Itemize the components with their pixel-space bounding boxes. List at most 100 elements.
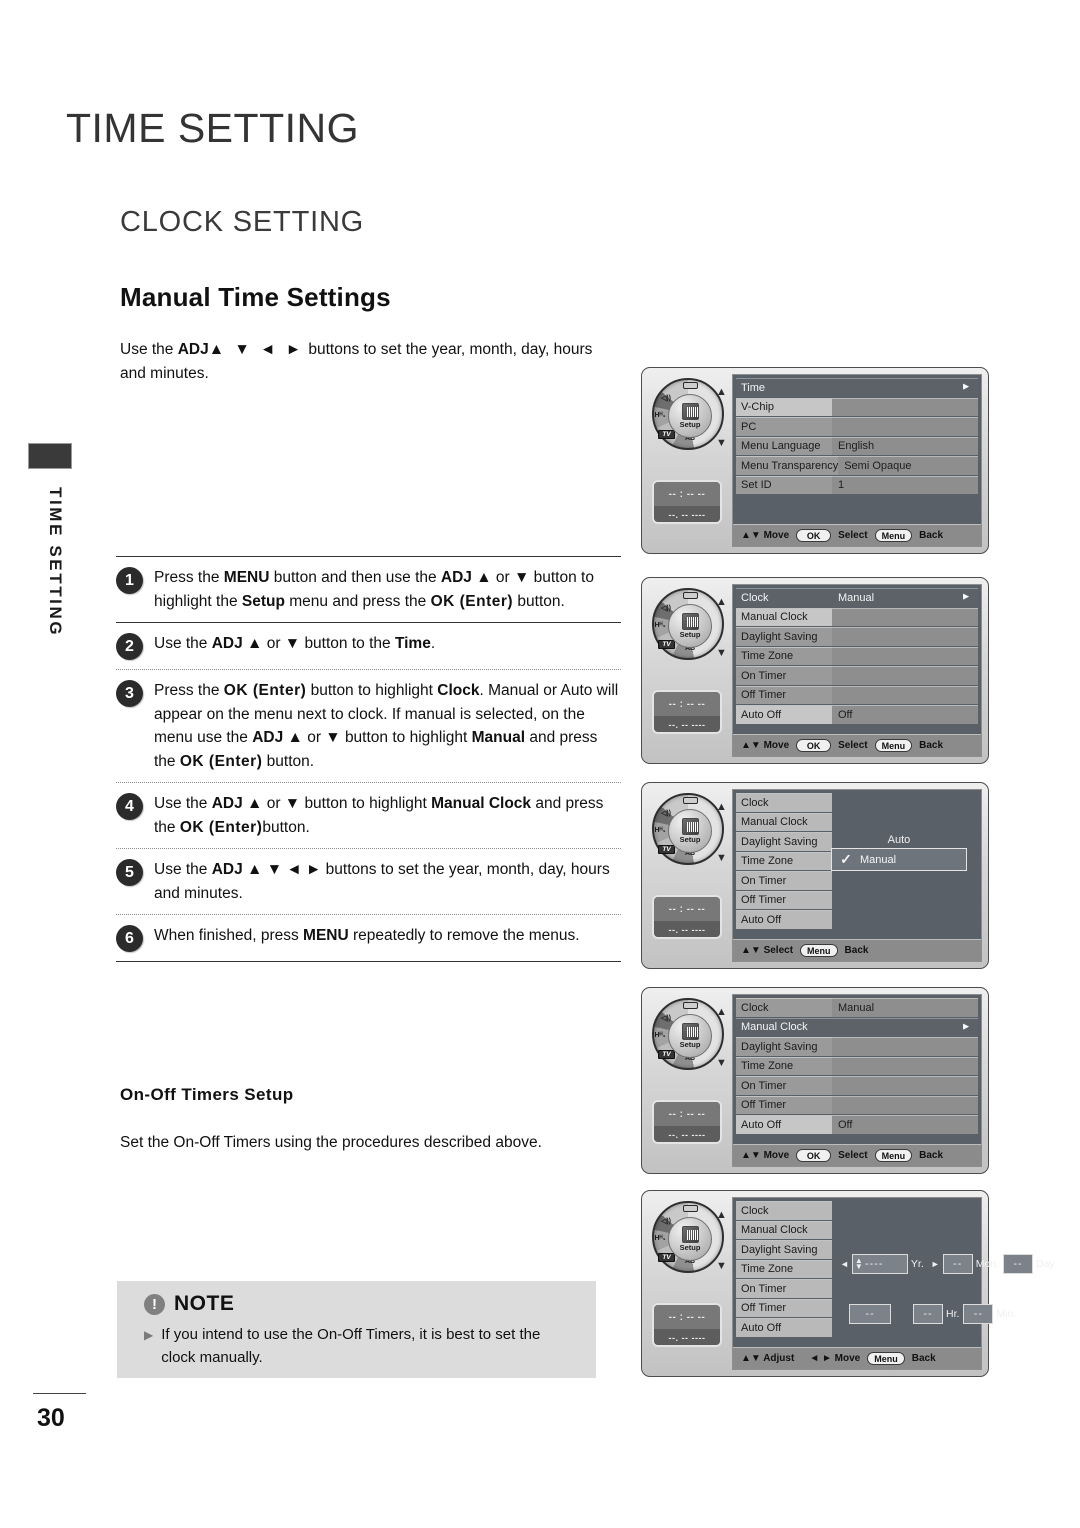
osd-row[interactable]: Auto Off — [736, 910, 978, 929]
menu-pill-button[interactable]: Menu — [874, 1149, 913, 1162]
menu-icon[interactable] — [681, 797, 699, 804]
clock-mode-popup: Auto ✓ Manual — [831, 834, 967, 871]
tv-icon[interactable]: TV — [658, 430, 675, 439]
arrow-down-icon[interactable]: ▼ — [716, 853, 727, 864]
osd-row[interactable]: Clock — [736, 1201, 978, 1220]
osd-row-value — [832, 1076, 978, 1095]
volume-icon[interactable]: ◁)) — [658, 809, 674, 817]
menu-pill-button[interactable]: Menu — [874, 739, 913, 752]
volume-icon[interactable]: ◁)) — [658, 604, 674, 612]
minute-field[interactable]: -- — [963, 1304, 994, 1324]
setup-button[interactable]: Setup — [668, 809, 712, 853]
step-number-badge: 5 — [116, 859, 143, 886]
arrow-up-icon[interactable]: ▲ — [716, 387, 727, 398]
osd-row-value — [832, 646, 978, 665]
right-arrow-icon[interactable]: ► — [931, 1259, 940, 1269]
arrow-up-icon[interactable]: ▲ — [716, 802, 727, 813]
volume-icon[interactable]: ◁)) — [658, 394, 674, 402]
setup-button[interactable]: Setup — [668, 394, 712, 438]
osd-row[interactable]: Manual Clock — [736, 607, 978, 626]
osd-row[interactable]: Menu Language English — [736, 436, 978, 455]
arrow-down-icon[interactable]: ▼ — [716, 1058, 727, 1069]
osd-row[interactable]: On Timer — [736, 666, 978, 685]
hint-updown: ▲▼ Select — [741, 945, 794, 956]
ampm-field[interactable]: -- — [849, 1304, 891, 1324]
osd-row[interactable]: PC — [736, 417, 978, 436]
menu-pill-button[interactable]: Menu — [874, 529, 913, 542]
arrow-down-icon[interactable]: ▼ — [716, 438, 727, 449]
osd-row[interactable]: Time Zone — [736, 1056, 978, 1075]
osd-row[interactable]: Time ► — [736, 378, 978, 397]
osd-row[interactable]: Daylight Saving — [736, 1037, 978, 1056]
arrow-up-icon[interactable]: ▲ — [716, 1007, 727, 1018]
osd-row[interactable]: Off Timer — [736, 890, 978, 909]
remote-wheel[interactable]: ◁)) Hᴴ₁ TV AB Setup ▲ ▼ — [650, 998, 727, 1074]
year-field[interactable]: ▲ ▼ ---- — [851, 1254, 908, 1274]
equalizer-icon[interactable]: Hᴴ₁ — [652, 412, 668, 419]
menu-icon[interactable] — [681, 382, 699, 389]
osd-row[interactable]: Auto Off Off — [736, 705, 978, 724]
osd-row-label: Manual Clock — [736, 607, 832, 626]
osd-row[interactable]: Clock Manual ► — [736, 588, 978, 607]
step-number-badge: 4 — [116, 793, 143, 820]
volume-icon[interactable]: ◁)) — [658, 1014, 674, 1022]
volume-icon[interactable]: ◁)) — [658, 1217, 674, 1225]
osd-row[interactable]: Time Zone — [736, 646, 978, 665]
remote-wheel[interactable]: ◁)) Hᴴ₁ TV AB Setup ▲ ▼ — [650, 793, 727, 869]
osd-row[interactable]: Manual Clock — [736, 812, 978, 831]
equalizer-icon[interactable]: Hᴴ₁ — [652, 622, 668, 629]
tv-icon[interactable]: TV — [658, 640, 675, 649]
osd-row-label: Time Zone — [736, 1056, 832, 1075]
osd-row[interactable]: On Timer — [736, 1076, 978, 1095]
osd-row[interactable]: Manual Clock ► — [736, 1017, 978, 1036]
menu-pill-button[interactable]: Menu — [867, 1352, 905, 1365]
setup-icon — [681, 1023, 699, 1040]
osd-row[interactable]: Clock — [736, 793, 978, 812]
osd-row[interactable]: V-Chip — [736, 397, 978, 416]
menu-icon[interactable] — [681, 1205, 699, 1212]
menu-pill-button[interactable]: Menu — [800, 944, 838, 957]
month-field[interactable]: -- — [942, 1254, 973, 1274]
panel-time-menu: ◁)) Hᴴ₁ TV AB Setup ▲ ▼ -- : -- -- --. -… — [641, 577, 989, 764]
left-arrow-icon[interactable]: ◄ — [840, 1259, 849, 1269]
equalizer-icon[interactable]: Hᴴ₁ — [652, 1032, 668, 1039]
osd-row[interactable]: Auto Off Off — [736, 1115, 978, 1134]
osd-row[interactable]: Off Timer — [736, 1095, 978, 1114]
osd-row[interactable]: Menu Transparency Semi Opaque — [736, 456, 978, 475]
tv-icon[interactable]: TV — [658, 845, 675, 854]
setup-button-label: Setup — [679, 630, 701, 639]
remote-display-line2: --. -- ---- — [654, 1329, 720, 1345]
menu-icon[interactable] — [681, 1002, 699, 1009]
ok-pill-button[interactable]: OK — [796, 529, 832, 542]
remote-wheel[interactable]: ◁)) Hᴴ₁ TV AB Setup ▲ ▼ — [650, 378, 727, 454]
tv-icon[interactable]: TV — [658, 1050, 675, 1059]
spinner-icon[interactable]: ▲ ▼ — [855, 1257, 864, 1271]
day-field[interactable]: -- — [1003, 1254, 1034, 1274]
popup-option-manual[interactable]: ✓ Manual — [831, 848, 967, 871]
osd-row[interactable]: Daylight Saving — [736, 627, 978, 646]
tv-icon[interactable]: TV — [658, 1253, 675, 1262]
osd-row[interactable]: On Timer — [736, 871, 978, 890]
setup-button[interactable]: Setup — [668, 1014, 712, 1058]
ok-pill-button[interactable]: OK — [796, 1149, 832, 1162]
equalizer-icon[interactable]: Hᴴ₁ — [652, 827, 668, 834]
arrow-down-icon[interactable]: ▼ — [716, 1261, 727, 1272]
remote-control-graphic: ◁)) Hᴴ₁ TV AB Setup ▲ ▼ -- : -- -- --. -… — [648, 374, 728, 547]
arrow-down-icon[interactable]: ▼ — [716, 648, 727, 659]
osd-row[interactable]: Clock Manual — [736, 998, 978, 1017]
arrow-up-icon[interactable]: ▲ — [716, 597, 727, 608]
osd-row[interactable]: Set ID 1 — [736, 475, 978, 494]
remote-wheel[interactable]: ◁)) Hᴴ₁ TV AB Setup ▲ ▼ — [650, 588, 727, 664]
menu-icon[interactable] — [681, 592, 699, 599]
ok-pill-button[interactable]: OK — [796, 739, 832, 752]
osd-screen: Clock Manual Clock Daylight Saving Time … — [732, 789, 982, 962]
setup-button[interactable]: Setup — [668, 604, 712, 648]
popup-option-auto[interactable]: Auto — [831, 834, 967, 848]
hour-field[interactable]: -- — [913, 1304, 943, 1324]
step-item-2: 2 Use the ADJ ▲ or ▼ button to the Time. — [116, 623, 621, 669]
equalizer-icon[interactable]: Hᴴ₁ — [652, 1235, 668, 1242]
setup-button[interactable]: Setup — [668, 1217, 712, 1261]
remote-wheel[interactable]: ◁)) Hᴴ₁ TV AB Setup ▲ ▼ — [650, 1201, 727, 1277]
arrow-up-icon[interactable]: ▲ — [716, 1210, 727, 1221]
osd-row[interactable]: Off Timer — [736, 685, 978, 704]
